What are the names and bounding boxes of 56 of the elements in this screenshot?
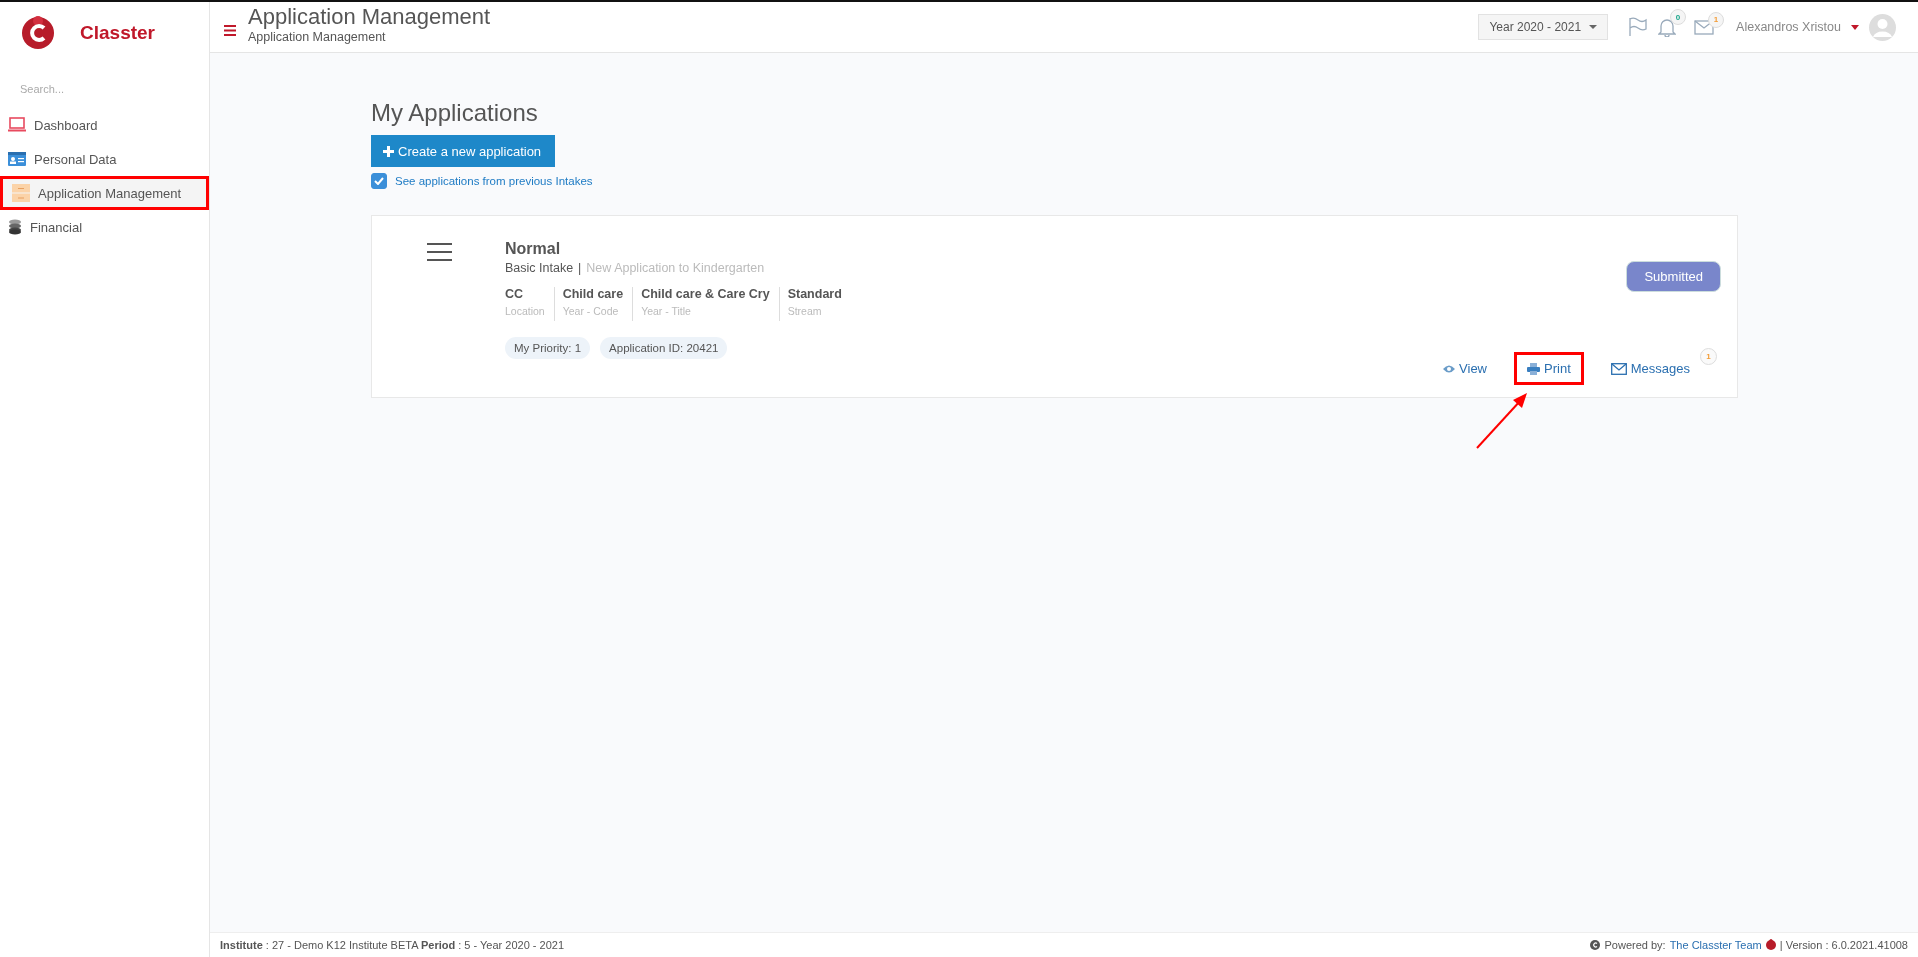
bell-icon[interactable]	[1658, 17, 1677, 37]
coins-icon	[8, 219, 22, 235]
message-badge: 1	[1708, 11, 1725, 28]
id-card-icon	[8, 152, 26, 166]
envelope-icon[interactable]	[1694, 19, 1715, 35]
powered-by-label: Powered by:	[1604, 939, 1666, 951]
field-value: Child care & Care Cry	[641, 287, 770, 301]
field-value: CC	[505, 287, 525, 301]
printer-icon	[1527, 362, 1540, 375]
separator: |	[578, 261, 582, 275]
section-heading: My Applications	[371, 99, 539, 127]
plus-icon	[383, 145, 394, 157]
laptop-icon	[8, 117, 26, 133]
field-value: Child care	[562, 287, 624, 301]
checkbox[interactable]	[371, 173, 387, 189]
sidebar-item[interactable]: Personal Data	[0, 142, 209, 176]
envelope-icon	[1610, 362, 1627, 375]
checkbox-label[interactable]: See applications from previous Intakes	[395, 175, 593, 187]
action-link[interactable]: Messages	[1597, 352, 1703, 385]
year-select[interactable]: Year 2020 - 2021	[1478, 14, 1609, 40]
caret-icon[interactable]	[1851, 24, 1859, 30]
field-label: Location	[505, 305, 545, 317]
sidebar-item[interactable]: Application Management	[0, 176, 209, 210]
menu-icon[interactable]	[427, 243, 452, 261]
sidebar-item[interactable]: Dashboard	[0, 108, 209, 142]
team-link[interactable]: The Classter Team	[1669, 939, 1762, 951]
brand-name: Classter	[80, 22, 155, 44]
menu-icon[interactable]	[224, 24, 236, 36]
version-label: | Version : 6.0.2021.41008	[1779, 939, 1908, 951]
create-application-button[interactable]: Create a new application	[371, 135, 556, 167]
message-count-badge: 1	[1700, 348, 1717, 365]
field-label: Year - Title	[641, 305, 692, 317]
flag-icon[interactable]	[1628, 17, 1649, 37]
user-name[interactable]: Alexandros Xristou	[1736, 20, 1841, 34]
application-description: New Application to Kindergarten	[586, 261, 765, 275]
notification-badge: 0	[1670, 9, 1687, 25]
sidebar-item[interactable]: Financial	[0, 210, 209, 244]
tag: Application ID: 20421	[600, 337, 728, 359]
application-title: Normal	[505, 240, 562, 258]
eye-icon	[1443, 364, 1456, 373]
drawer-icon	[12, 184, 30, 202]
field-label: Year - Code	[562, 305, 620, 317]
copyright-icon	[1590, 940, 1601, 950]
breadcrumb: Application Management	[248, 30, 387, 44]
tag: My Priority: 1	[505, 337, 591, 359]
field-value: Standard	[787, 287, 842, 301]
action-link[interactable]: View	[1430, 352, 1500, 385]
checkmark-icon	[374, 177, 384, 185]
intake-name: Basic Intake	[505, 261, 574, 275]
page-title: Application Management	[248, 4, 491, 30]
action-link[interactable]: Print	[1514, 352, 1584, 385]
logo-icon	[20, 15, 56, 51]
institute-info: Institute : 27 - Demo K12 Institute BETA Period : 5 - Year 2020 - 2021	[220, 939, 565, 951]
logo-icon	[1765, 939, 1776, 951]
status-badge: Submitted	[1626, 261, 1721, 292]
field-label: Stream	[787, 305, 823, 317]
